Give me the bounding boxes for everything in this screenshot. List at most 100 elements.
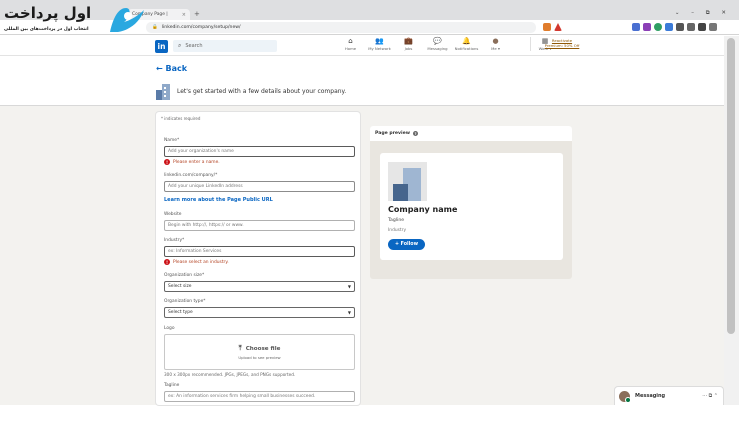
menu-icon[interactable] [709,23,717,31]
tagline-input[interactable]: ex: An information services firm helping… [164,391,355,402]
extension-icons [543,23,562,31]
size-label: Organization size* [164,273,205,278]
back-button[interactable]: ← Back [156,64,187,73]
search-icon: ⌕ [178,42,182,49]
error-icon: ! [164,259,170,265]
avatar-icon: ● [492,37,499,45]
logo-dropzone[interactable]: ⤒ Choose file Upload to see preview [164,334,355,370]
industry-input[interactable]: ex: Information Services [164,246,355,257]
messaging-label: Messaging [635,393,666,399]
choose-file-label: Choose file [245,345,281,352]
brand-logo: اول پرداخت انتخاب اول در پرداخت‌های بین … [0,0,160,40]
website-placeholder: Begin with http://, https:// or www. [168,223,244,228]
industry-placeholder: ex: Information Services [168,249,222,254]
name-placeholder: Add your organization's name [168,149,234,154]
search-input[interactable]: ⌕ Search [173,40,277,52]
nav-label: Me ▾ [491,46,500,51]
global-nav: ⌂ Home 👥 My Network 💼 Jobs 💬 Messaging 🔔… [336,37,559,51]
organization-size-select[interactable]: Select size ▼ [164,281,355,292]
type-label: Organization type* [164,299,206,304]
scrollbar-thumb[interactable] [727,38,735,334]
extension-icon[interactable] [665,23,673,31]
url-label: linkedin.com/company/* [164,173,218,178]
nav-home[interactable]: ⌂ Home [336,37,365,51]
preview-company-card: Company name Tagline Industry + Follow [380,153,563,260]
home-icon: ⌂ [348,37,353,45]
tab-close-icon[interactable]: × [182,12,186,18]
bell-icon: 🔔 [462,37,471,45]
website-label: Website [164,212,182,217]
extension-icon[interactable] [643,23,651,31]
url-text: linkedin.com/company/setup/new/ [161,25,241,30]
type-value: Select type [168,310,193,315]
nav-label: Messaging [427,46,448,51]
nav-me[interactable]: ● Me ▾ [481,37,510,51]
messaging-icon: 💬 [433,37,442,45]
extension-icon[interactable] [632,23,640,31]
chevron-down-icon: ▼ [347,284,351,289]
puzzle-icon[interactable] [676,23,684,31]
nav-notifications[interactable]: 🔔 Notifications [452,37,481,51]
website-input[interactable]: Begin with http://, https:// or www. [164,220,355,231]
page-preview: Page preview ? Company name Tagline Indu… [370,126,572,279]
company-name: Company name [388,205,458,214]
name-label: Name* [164,138,180,143]
url-placeholder: Add your unique LinkedIn address [168,184,243,189]
extension-icon[interactable] [654,23,662,31]
search-placeholder: Search [185,43,203,49]
nav-label: Jobs [404,46,413,51]
back-label: Back [165,64,188,73]
hero-text: Let's get started with a few details abo… [177,88,347,95]
nav-label: Home [344,46,357,51]
avatar [619,390,631,403]
error-icon: ! [164,159,170,165]
brand-subtitle: انتخاب اول در پرداخت‌های بین المللی [4,27,89,32]
extension-icon[interactable] [543,23,551,31]
window-controls[interactable]: ⌄ – ⧉ ✕ [675,10,731,17]
name-input[interactable]: Add your organization's name [164,146,355,157]
url-field[interactable]: 🔒 linkedin.com/company/setup/new/ [146,22,536,33]
page-url-input[interactable]: Add your unique LinkedIn address [164,181,355,192]
logo-hint: 300 x 300px recommended. JPGs, JPEGs, an… [164,372,296,377]
choose-file-button[interactable]: ⤒ Choose file [239,344,281,353]
building-icon [393,168,421,201]
company-logo-placeholder [388,162,427,201]
info-icon[interactable]: ? [412,131,418,136]
name-error: ! Please enter a name. [164,159,220,165]
linkedin-logo[interactable]: in [155,40,168,53]
preview-header: Page preview ? [370,126,572,141]
page-background [0,106,724,405]
setup-hero: ← Back Let's get started with a few deta… [0,57,724,106]
messaging-controls[interactable]: ··· ⧉ ⌃ [702,393,718,399]
page-scrollbar[interactable] [724,36,739,405]
toolbar-icons [632,23,717,31]
nav-jobs[interactable]: 💼 Jobs [394,37,423,51]
sidebar-icon[interactable] [687,23,695,31]
brand-title: اول پرداخت [4,4,92,22]
nav-messaging[interactable]: 💬 Messaging [423,37,452,51]
premium-link[interactable]: Reactivate Premium: 50% Off [543,38,581,48]
industry-label: Industry* [164,238,185,243]
learn-more-link[interactable]: Learn more about the Page Public URL [164,197,273,203]
company-industry: Industry [388,228,407,233]
organization-type-select[interactable]: Select type ▼ [164,307,355,318]
nav-label: My Network [368,46,391,51]
jobs-icon: 💼 [404,37,413,45]
name-error-text: Please enter a name. [173,159,220,165]
required-note: * indicates required [161,116,201,121]
new-tab-icon[interactable]: + [194,10,200,18]
company-tagline: Tagline [388,218,405,223]
nav-my-network[interactable]: 👥 My Network [365,37,394,51]
tagline-label: Tagline [164,383,180,388]
brand-mark-icon [110,8,144,32]
industry-error: ! Please select an industry. [164,259,229,265]
chevron-down-icon: ▼ [347,310,351,315]
profile-icon[interactable] [698,23,706,31]
follow-button[interactable]: + Follow [388,239,425,250]
warning-icon[interactable] [554,23,562,31]
messaging-bar[interactable]: Messaging ··· ⧉ ⌃ [614,386,724,405]
size-value: Select size [168,284,192,289]
logo-label: Logo [164,326,175,331]
tagline-placeholder: ex: An information services firm helping… [168,394,316,399]
upload-icon: ⤒ [238,344,242,352]
